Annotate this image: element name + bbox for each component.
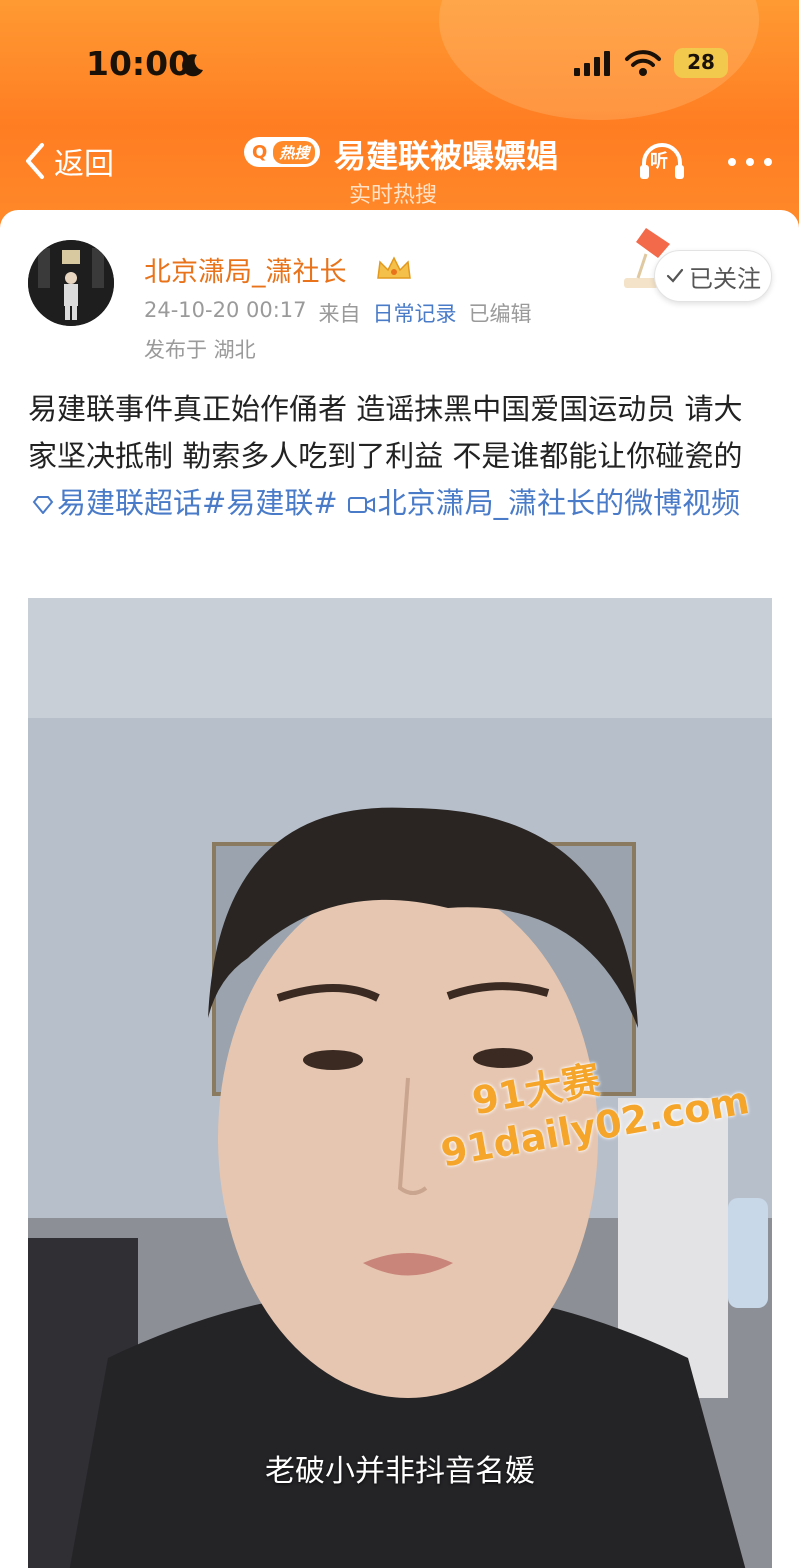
post-timestamp: 24-10-20 00:17: [144, 298, 307, 322]
page-title: 易建联被曝嫖娼: [334, 137, 559, 175]
post-meta: 24-10-20 00:17 来自 日常记录 已编辑: [144, 298, 532, 328]
avatar[interactable]: [28, 240, 114, 326]
battery-level: 28: [687, 50, 715, 74]
post-card: 北京潇局_潇社长 24-10-20 00:17 来自 日常记录 已编辑 发布于 …: [0, 210, 799, 1568]
top-header: 10:00 28 返回 Q 热搜 易建联被曝嫖娼 实时热搜 听: [0, 0, 799, 230]
source-prefix: 来自: [318, 302, 361, 326]
supertopic-label: 易建联超话: [57, 486, 203, 520]
hot-badge-label: 热搜: [273, 140, 316, 164]
username[interactable]: 北京潇局_潇社长: [144, 250, 347, 289]
avatar-image: [28, 240, 114, 326]
nav-bar: 返回 Q 热搜 易建联被曝嫖娼 实时热搜 听: [0, 125, 799, 208]
diamond-icon: [32, 496, 54, 515]
video-link[interactable]: 北京潇局_潇社长的微博视频: [338, 486, 741, 520]
search-icon: Q: [252, 141, 268, 163]
hashtag-link[interactable]: #易建联#: [202, 486, 338, 520]
back-label: 返回: [54, 147, 114, 182]
supertopic-link[interactable]: 易建联超话: [28, 486, 202, 520]
video-subtitle: 老破小并非抖音名媛: [265, 1454, 535, 1489]
source-link[interactable]: 日常记录: [373, 298, 457, 328]
more-icon[interactable]: [726, 157, 774, 167]
follow-button[interactable]: 已关注: [654, 250, 772, 302]
back-button[interactable]: 返回: [22, 139, 114, 183]
check-icon: [666, 268, 684, 283]
post-location: 发布于 湖北: [144, 338, 256, 362]
hot-search-badge: Q 热搜: [244, 137, 320, 167]
wifi-icon: [625, 50, 661, 76]
chevron-left-icon: [26, 143, 44, 179]
post-text: 易建联事件真正始作俑者 造谣抹黑中国爱国运动员 请大家坚决抵制 勒索多人吃到了利…: [28, 392, 743, 473]
follow-label: 已关注: [689, 264, 761, 293]
page-subtitle: 实时热搜: [349, 183, 438, 208]
video-camera-icon: [347, 497, 375, 513]
video-link-label: 北京潇局_潇社长的微博视频: [377, 486, 741, 520]
status-time: 10:00: [86, 44, 192, 83]
signal-icon: [574, 51, 610, 76]
edited-label: 已编辑: [468, 302, 532, 326]
moon-icon: [182, 54, 203, 77]
battery-icon: 28: [674, 48, 728, 78]
listen-label: 听: [650, 151, 668, 172]
crown-icon: [377, 256, 411, 279]
status-bar: 10:00 28: [0, 40, 799, 90]
post-body: 易建联事件真正始作俑者 造谣抹黑中国爱国运动员 请大家坚决抵制 勒索多人吃到了利…: [28, 386, 768, 527]
video-player[interactable]: 91大赛 91daily02.com 老破小并非抖音名媛: [28, 598, 772, 1568]
